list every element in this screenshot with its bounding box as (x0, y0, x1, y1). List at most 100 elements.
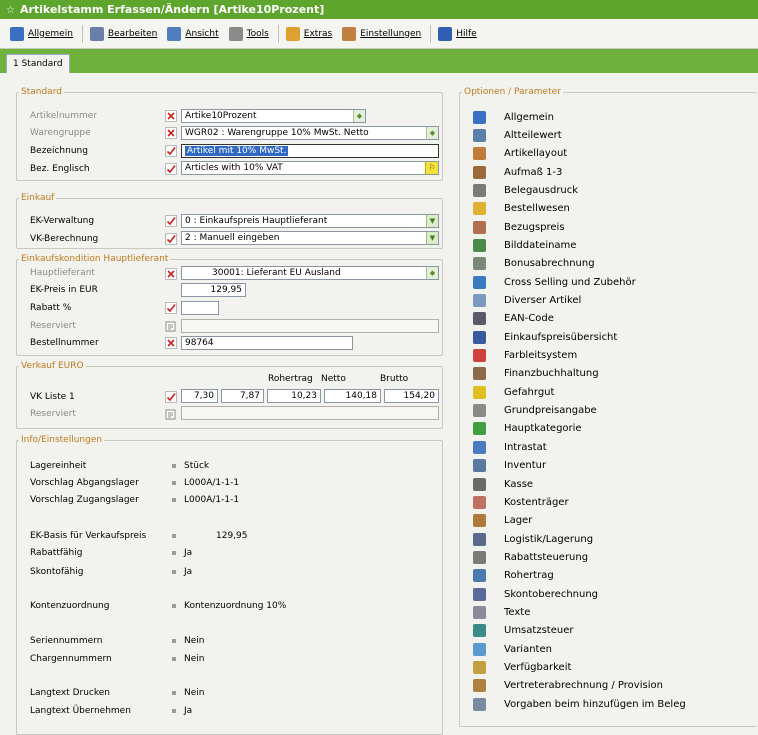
option-item[interactable]: Einkaufspreisübersicht (473, 329, 617, 345)
option-item[interactable]: Vertreterabrechnung / Provision (473, 678, 663, 694)
ek-verwaltung-value: 0 : Einkaufspreis Hauptlieferant (185, 216, 328, 226)
ek-preis-input[interactable]: 129,95 (181, 283, 246, 297)
menu-bearbeiten[interactable]: Bearbeiten (86, 24, 161, 44)
bezeichnung-input[interactable]: Artikel mit 10% MwSt. (181, 144, 439, 158)
extras-icon (285, 26, 300, 41)
warengruppe-input[interactable]: WGR02 : Warengruppe 10% MwSt. Netto ◆ (181, 126, 439, 140)
option-item[interactable]: Bilddateiname (473, 237, 576, 253)
artikelnummer-input[interactable]: Artike10Prozent ◆ (181, 109, 366, 123)
chevron-down-icon[interactable]: ▼ (426, 215, 438, 227)
vk-value-1[interactable]: 7,30 (181, 389, 218, 403)
vk-berechnung-select[interactable]: 2 : Manuell eingeben ▼ (181, 231, 439, 245)
bestellnummer-label: Bestellnummer (30, 338, 99, 348)
option-item[interactable]: Skontoberechnung (473, 586, 598, 602)
option-item[interactable]: Finanzbuchhaltung (473, 366, 599, 382)
option-item[interactable]: Kostenträger (473, 494, 569, 510)
info-label: Lagereinheit (30, 461, 87, 471)
bez-englisch-input[interactable]: Articles with 10% VAT ⚐ (181, 161, 439, 175)
option-item[interactable]: Kasse (473, 476, 533, 492)
chevron-down-icon[interactable]: ▼ (426, 232, 438, 244)
menu-allgemein[interactable]: Allgemein (6, 24, 77, 44)
menu-einstellungen[interactable]: Einstellungen (338, 24, 425, 44)
info-value: L000A/1-1-1 (184, 495, 240, 505)
option-item[interactable]: Inventur (473, 458, 546, 474)
option-icon (473, 257, 486, 271)
option-icon (473, 404, 486, 418)
menu-label: Tools (246, 28, 269, 39)
rabatt-input[interactable] (181, 301, 219, 315)
option-icon (473, 312, 486, 326)
group-standard-legend: Standard (21, 87, 62, 97)
option-item[interactable]: Bezugspreis (473, 219, 565, 235)
menu-separator (81, 24, 83, 43)
option-item[interactable]: Gefahrgut (473, 384, 554, 400)
option-item[interactable]: Grundpreisangabe (473, 403, 597, 419)
option-item[interactable]: Farbleitsystem (473, 348, 577, 364)
option-label: Rohertrag (504, 570, 554, 582)
spinner-icon[interactable]: ◆ (353, 110, 365, 122)
option-label: Intrastat (504, 441, 547, 453)
option-item[interactable]: Cross Selling und Zubehör (473, 274, 636, 290)
required-x-icon (165, 268, 177, 280)
option-item[interactable]: Lager (473, 513, 532, 529)
menu-hilfe[interactable]: Hilfe (434, 24, 480, 44)
option-item[interactable]: Umsatzsteuer (473, 623, 573, 639)
hauptlieferant-input[interactable]: 30001: Lieferant EU Ausland ◆ (181, 266, 439, 280)
rohertrag-input[interactable]: 10,23 (267, 389, 321, 403)
option-item[interactable]: Aufmaß 1-3 (473, 164, 562, 180)
option-label: Kasse (504, 478, 534, 490)
option-label: Logistik/Lagerung (504, 533, 594, 545)
netto-input[interactable]: 140,18 (324, 389, 381, 403)
brutto-input[interactable]: 154,20 (384, 389, 439, 403)
info-value: Nein (184, 688, 205, 698)
option-icon (473, 550, 486, 564)
option-icon (473, 605, 486, 619)
info-value: Nein (184, 636, 205, 646)
option-item[interactable]: Bestellwesen (473, 201, 570, 217)
bez-englisch-value: Articles with 10% VAT (185, 163, 283, 173)
info-label: Skontofähig (30, 567, 84, 577)
option-item[interactable]: Bonusabrechnung (473, 256, 595, 272)
option-item[interactable]: Hauptkategorie (473, 421, 582, 437)
option-item[interactable]: Varianten (473, 641, 552, 657)
option-icon (473, 128, 486, 142)
option-item[interactable]: Belegausdruck (473, 182, 578, 198)
option-item[interactable]: Logistik/Lagerung (473, 531, 593, 547)
option-label: Inventur (504, 460, 547, 472)
help-icon (438, 26, 453, 41)
spinner-icon[interactable]: ◆ (426, 267, 438, 279)
verkauf-reserviert-input[interactable] (181, 406, 439, 420)
tab-standard[interactable]: 1 Standard (6, 54, 70, 73)
option-item[interactable]: Vorgaben beim hinzufügen im Beleg (473, 696, 686, 712)
bullet-icon (172, 639, 176, 643)
vk-value-2[interactable]: 7,87 (221, 389, 264, 403)
language-flag-icon[interactable]: ⚐ (425, 162, 438, 174)
option-item[interactable]: Verfügbarkeit (473, 660, 571, 676)
reserviert-label: Reserviert (30, 321, 76, 331)
star-icon: ☆ (6, 5, 15, 16)
option-icon (473, 110, 486, 124)
option-item[interactable]: Rohertrag (473, 568, 554, 584)
reserviert-input[interactable] (181, 319, 439, 333)
option-item[interactable]: EAN-Code (473, 311, 554, 327)
option-label: Kostenträger (504, 496, 569, 508)
bestellnummer-input[interactable]: 98764 (181, 336, 353, 350)
option-item[interactable]: Rabattsteuerung (473, 549, 588, 565)
option-item[interactable]: Allgemein (473, 109, 554, 125)
valid-check-icon (165, 233, 177, 245)
ek-verwaltung-select[interactable]: 0 : Einkaufspreis Hauptlieferant ▼ (181, 214, 439, 228)
menu-extras[interactable]: Extras (282, 24, 336, 44)
option-item[interactable]: Diverser Artikel (473, 293, 581, 309)
bullet-icon (172, 481, 176, 485)
menu-ansicht[interactable]: Ansicht (163, 24, 222, 44)
option-item[interactable]: Altteilewert (473, 127, 562, 143)
option-item[interactable]: Intrastat (473, 439, 547, 455)
option-icon (473, 697, 486, 711)
option-item[interactable]: Artikellayout (473, 146, 567, 162)
menu-tools[interactable]: Tools (225, 24, 273, 44)
option-item[interactable]: Texte (473, 604, 530, 620)
artikelnummer-label: Artikelnummer (30, 111, 97, 121)
info-label: EK-Basis für Verkaufspreis (30, 531, 147, 541)
info-label: Vorschlag Zugangslager (30, 495, 139, 505)
spinner-icon[interactable]: ◆ (426, 127, 438, 139)
